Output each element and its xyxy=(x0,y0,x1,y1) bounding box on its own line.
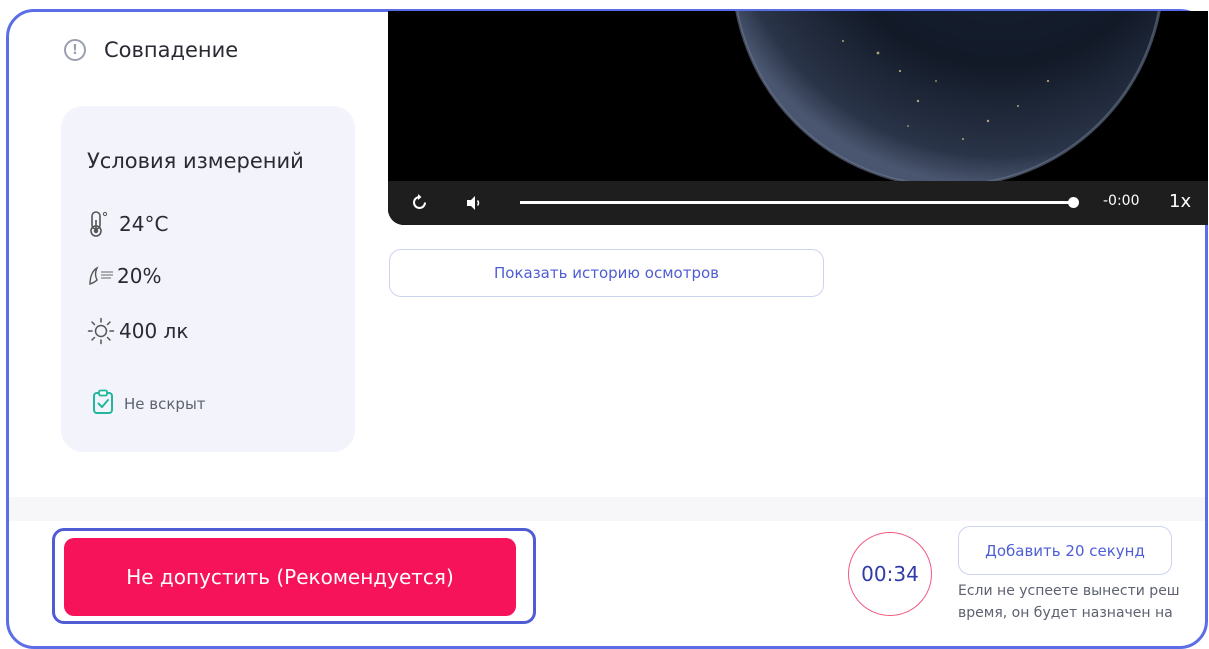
video-time: -0:00 xyxy=(1103,193,1140,209)
humidity-row: 20% xyxy=(87,264,161,288)
timeout-hint-line2: время, он будет назначен на xyxy=(958,605,1173,621)
sun-icon xyxy=(87,317,115,345)
clipboard-check-icon xyxy=(92,389,114,419)
replay-icon[interactable] xyxy=(410,193,430,217)
match-status-label: Совпадение xyxy=(104,38,239,62)
video-progress-track[interactable] xyxy=(520,201,1074,204)
video-player[interactable]: -0:00 1x xyxy=(388,11,1208,225)
timeout-hint-line1: Если не успеете вынести реш xyxy=(958,583,1180,599)
temperature-row: 24°C xyxy=(87,210,168,238)
illumination-row: 400 лк xyxy=(87,317,188,345)
countdown-timer: 00:34 xyxy=(848,532,932,616)
illumination-value: 400 лк xyxy=(119,319,189,343)
measurement-conditions-card: Условия измерений 24°C 20% 400 лк Не вск… xyxy=(61,106,355,452)
match-status: ! Совпадение xyxy=(64,38,238,62)
add-20-seconds-button[interactable]: Добавить 20 секунд xyxy=(958,526,1172,575)
conditions-title: Условия измерений xyxy=(87,149,304,173)
show-history-button[interactable]: Показать историю осмотров xyxy=(389,249,824,297)
playback-speed-button[interactable]: 1x xyxy=(1169,191,1191,212)
timeout-hint: Если не успеете вынести реш время, он бу… xyxy=(958,580,1203,624)
seal-status: Не вскрыт xyxy=(92,389,206,419)
humidity-value: 20% xyxy=(117,264,162,288)
volume-icon[interactable] xyxy=(465,194,483,216)
humidity-icon xyxy=(87,264,115,288)
thermometer-icon xyxy=(87,210,109,238)
video-progress-knob[interactable] xyxy=(1068,197,1079,208)
video-controls: -0:00 1x xyxy=(388,181,1208,225)
footer-divider xyxy=(9,497,1205,521)
temperature-value: 24°C xyxy=(119,212,169,236)
exclamation-circle-icon: ! xyxy=(64,39,86,61)
seal-status-label: Не вскрыт xyxy=(124,395,206,413)
reject-button[interactable]: Не допустить (Рекомендуется) xyxy=(64,538,516,616)
